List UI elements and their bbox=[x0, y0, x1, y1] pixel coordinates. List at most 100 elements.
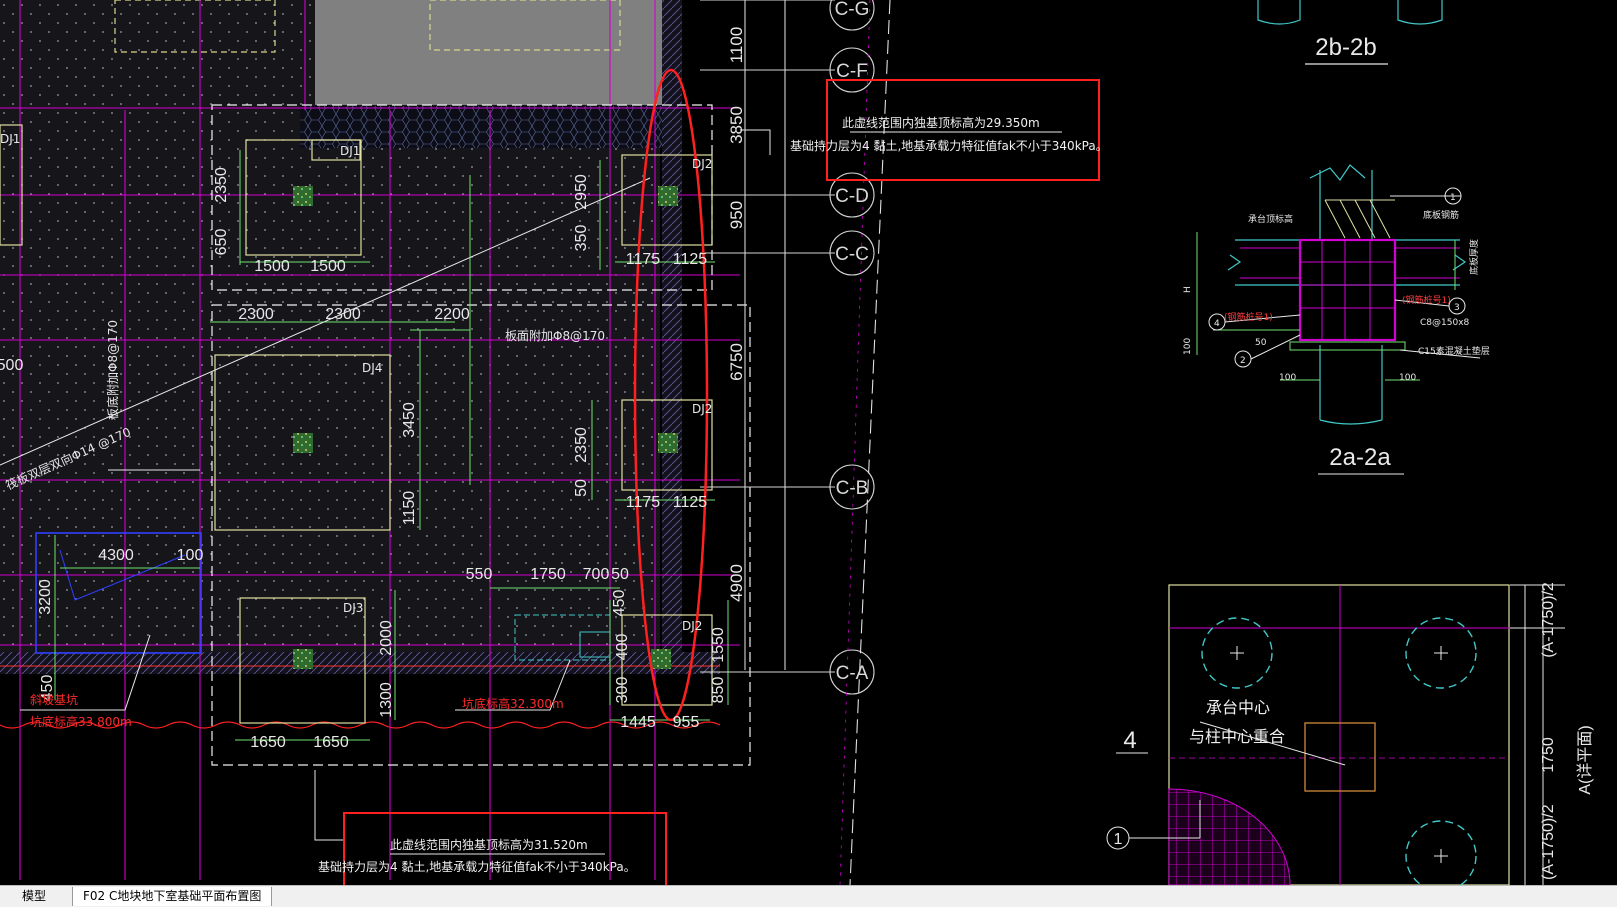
dim-350: 350 bbox=[573, 225, 590, 252]
pile-cap-dim-top: (A-1750)/2 bbox=[1540, 582, 1557, 658]
dim-2950: 2950 bbox=[573, 174, 590, 210]
dim-2350a: 2350 bbox=[213, 167, 230, 203]
top-note-line1: 此虚线范围内独基顶标高为29.350m bbox=[842, 115, 1040, 130]
axis-label-cb: C-B bbox=[836, 478, 869, 499]
dim-4300: 4300 bbox=[98, 547, 134, 564]
dim-3850: 3850 bbox=[727, 106, 746, 144]
section-title-2a: 2a-2a bbox=[1329, 444, 1391, 471]
column-3 bbox=[293, 649, 313, 669]
axis-label-cg: C-G bbox=[835, 0, 870, 20]
footing-label-dj2-mid: DJ2 bbox=[692, 402, 712, 416]
axis-label-ca: C-A bbox=[836, 663, 869, 684]
bottom-note-line2: 基础持力层为4 黏土,地基承载力特征值fak不小于340kPa。 bbox=[318, 859, 636, 874]
dim-4900: 4900 bbox=[727, 564, 746, 602]
dim-550: 550 bbox=[466, 566, 493, 583]
detail-50: 50 bbox=[1255, 338, 1267, 348]
axis-label-cd: C-D bbox=[835, 186, 869, 207]
dim-650: 650 bbox=[213, 229, 230, 256]
cad-drawing-canvas[interactable]: C-G C-F C-D C-C C-B C-A 1100 3850 950 67… bbox=[0, 0, 1617, 885]
dim-1150: 1150 bbox=[401, 491, 418, 526]
detail-100c: 100 bbox=[1399, 373, 1416, 383]
detail-callout-1: 1 bbox=[1450, 193, 1456, 203]
dim-1550: 1550 bbox=[710, 627, 727, 663]
dim-1650b: 1650 bbox=[313, 734, 349, 751]
pile-cap-section bbox=[1298, 238, 1397, 342]
dim-700: 700 bbox=[583, 566, 610, 583]
dim-1300: 1300 bbox=[378, 682, 395, 718]
dim-1100: 1100 bbox=[727, 27, 746, 64]
detail-side-note: 底板厚度 bbox=[1468, 239, 1480, 275]
top-note-line2: 基础持力层为4 黏土,地基承载力特征值fak不小于340kPa。 bbox=[790, 138, 1108, 153]
wall-hatch-right bbox=[662, 0, 682, 660]
rebar-note-left: 板底附加Φ8@170 bbox=[105, 320, 120, 420]
pile-cap-note-2: 与柱中心重合 bbox=[1189, 727, 1285, 746]
column-5 bbox=[658, 433, 678, 453]
footing-label-dj2-top: DJ2 bbox=[692, 157, 712, 171]
detail-callout-4: 4 bbox=[1214, 319, 1220, 329]
dim-6750: 6750 bbox=[727, 343, 746, 381]
dim-1500a: 1500 bbox=[254, 258, 290, 275]
dim-1445: 1445 bbox=[620, 714, 656, 731]
detail-steel-left: (钢筋桩号1) bbox=[1224, 311, 1273, 323]
detail-100a: 100 bbox=[1183, 338, 1193, 355]
dim-2300a: 2300 bbox=[238, 306, 274, 323]
dim-2350b: 2350 bbox=[573, 427, 590, 463]
dim-1175b: 1175 bbox=[626, 494, 661, 511]
footing-label-dj1-left: DJ1 bbox=[0, 132, 20, 146]
dim-100: 100 bbox=[177, 547, 204, 564]
footing-label-dj2-bot: DJ2 bbox=[682, 619, 702, 633]
detail-callout-2: 2 bbox=[1240, 356, 1246, 366]
detail-callout-3: 3 bbox=[1454, 303, 1460, 313]
axis-label-cc: C-C bbox=[835, 244, 869, 265]
dim-2200: 2200 bbox=[434, 306, 470, 323]
column-2 bbox=[293, 433, 313, 453]
pile-cap-note-1: 承台中心 bbox=[1206, 698, 1270, 717]
detail-bearing-top: 承台顶标高 bbox=[1248, 213, 1293, 225]
pile-cap-dim-side: A(详平面) bbox=[1576, 725, 1594, 794]
detail-slab-bar: 底板钢筋 bbox=[1423, 209, 1459, 221]
pit-elevation-mid: 坑底标高32.300m bbox=[462, 696, 564, 711]
tab-layout-f02[interactable]: F02 C地块地下室基础平面布置图 bbox=[72, 887, 273, 906]
pit-elevation-left: 坑底标高33.800m bbox=[30, 714, 132, 729]
detail-h: H bbox=[1183, 286, 1193, 293]
footing-label-dj1: DJ1 bbox=[340, 144, 360, 158]
dim-950: 950 bbox=[727, 201, 746, 229]
dim-1500b: 1500 bbox=[310, 258, 346, 275]
column-1 bbox=[293, 186, 313, 206]
highlight-box-top bbox=[826, 79, 1100, 181]
footing-label-dj3: DJ3 bbox=[343, 601, 363, 615]
footing-label-dj4: DJ4 bbox=[362, 361, 382, 375]
dim-400: 400 bbox=[614, 634, 631, 661]
pile-cap-plan bbox=[1106, 584, 1565, 885]
foundation-plan bbox=[0, 0, 1100, 885]
dim-1175a: 1175 bbox=[626, 251, 661, 268]
dim-300: 300 bbox=[614, 677, 631, 704]
detail-steel-right: (钢筋桩号1) bbox=[1402, 294, 1451, 306]
dim-3450: 3450 bbox=[401, 402, 418, 438]
bottom-note-line1: 此虚线范围内独基顶标高为31.520m bbox=[390, 837, 588, 852]
dim-2000: 2000 bbox=[378, 620, 395, 656]
tab-model[interactable]: 模型 bbox=[12, 887, 64, 906]
hex-hatch bbox=[300, 106, 670, 148]
column-4 bbox=[658, 186, 678, 206]
dim-1650a: 1650 bbox=[250, 734, 286, 751]
dim-500: 500 bbox=[0, 357, 23, 374]
dim-450a: 450 bbox=[611, 590, 628, 617]
dim-1125b: 1125 bbox=[673, 494, 708, 511]
dim-3200: 3200 bbox=[37, 579, 54, 615]
dim-850: 850 bbox=[710, 677, 727, 704]
grey-area bbox=[315, 0, 665, 105]
dim-955: 955 bbox=[673, 714, 700, 731]
pile-cap-dim-bottom: (A-1750)/2 bbox=[1540, 804, 1557, 880]
layout-tab-bar: 模型 F02 C地块地下室基础平面布置图 bbox=[0, 885, 1617, 907]
slope-pit-label: 斜坡基坑 bbox=[30, 692, 78, 707]
axis-label-cf: C-F bbox=[836, 61, 868, 82]
dim-2300b: 2300 bbox=[325, 306, 361, 323]
detail-100b: 100 bbox=[1279, 373, 1296, 383]
section-title-2b: 2b-2b bbox=[1315, 34, 1376, 61]
pile-cap-label-4: 4 bbox=[1123, 727, 1136, 754]
dim-1125a: 1125 bbox=[673, 251, 708, 268]
dim-50b: 50 bbox=[611, 566, 629, 583]
rebar-note-top-slab: 板面附加Φ8@170 bbox=[505, 329, 605, 343]
column-6 bbox=[651, 649, 671, 669]
